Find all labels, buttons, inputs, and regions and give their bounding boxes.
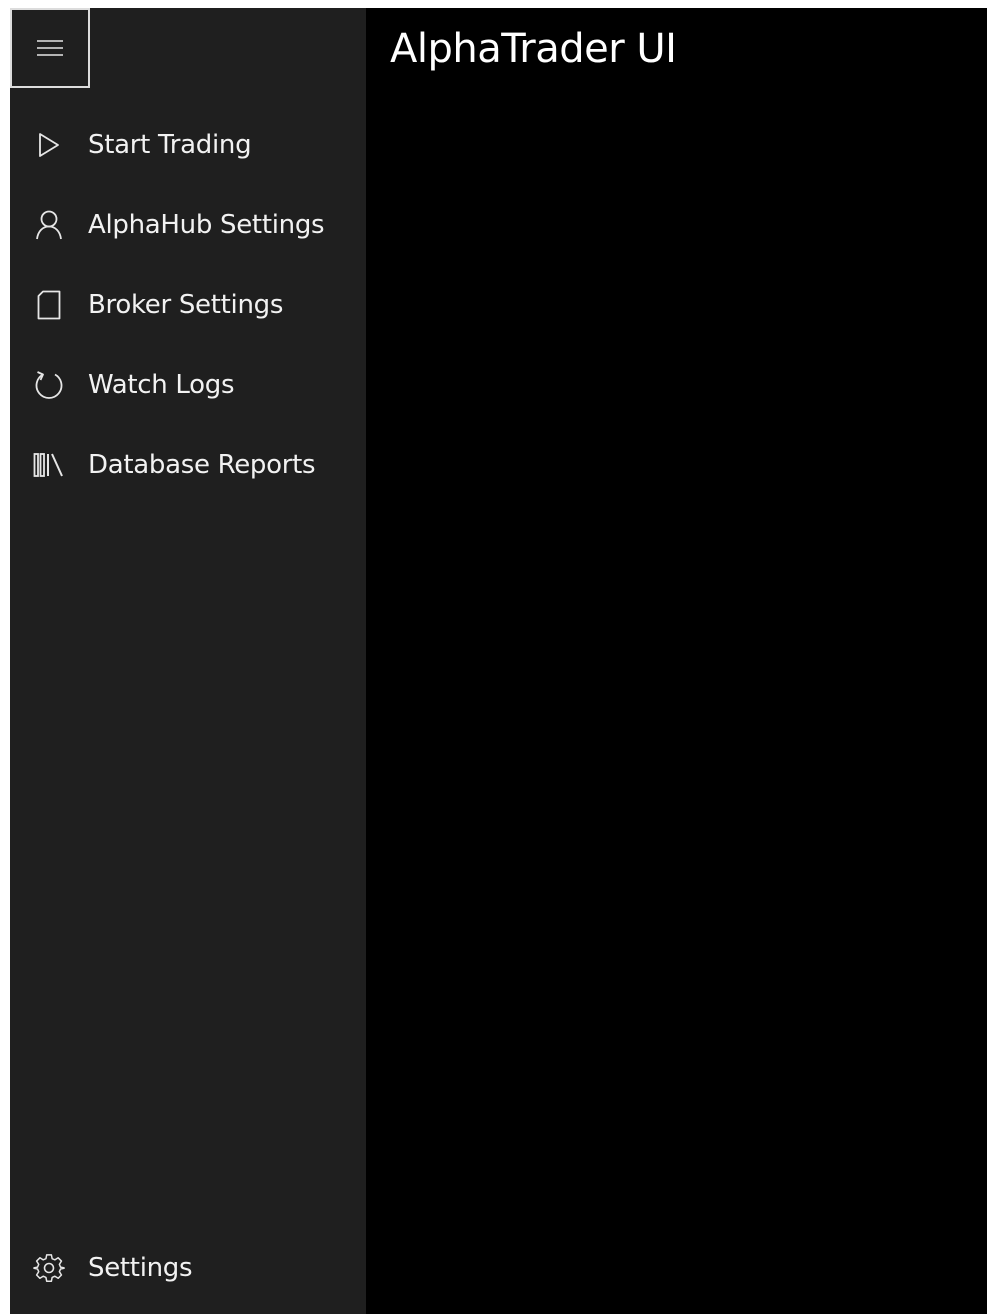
navigation-pane: Start Trading AlphaHub Settings Broker S… [10, 8, 366, 1314]
gear-icon [10, 1252, 88, 1284]
refresh-icon [10, 369, 88, 401]
app-window: Start Trading AlphaHub Settings Broker S… [10, 8, 987, 1314]
nav-list: Start Trading AlphaHub Settings Broker S… [10, 105, 366, 505]
person-icon [10, 210, 88, 240]
nav-item-label: Database Reports [88, 450, 316, 480]
hamburger-button[interactable] [10, 8, 90, 88]
nav-item-start-trading[interactable]: Start Trading [10, 105, 366, 185]
nav-item-label: Broker Settings [88, 290, 284, 320]
nav-item-label: Settings [88, 1253, 193, 1283]
nav-item-label: Watch Logs [88, 370, 235, 400]
nav-item-label: AlphaHub Settings [88, 210, 325, 240]
library-icon [10, 452, 88, 478]
nav-item-settings[interactable]: Settings [10, 1228, 366, 1308]
nav-item-database-reports[interactable]: Database Reports [10, 425, 366, 505]
content-area: AlphaTrader UI [366, 8, 987, 1314]
hamburger-icon [37, 40, 63, 56]
nav-item-watch-logs[interactable]: Watch Logs [10, 345, 366, 425]
page-title: AlphaTrader UI [390, 26, 677, 72]
nav-item-broker-settings[interactable]: Broker Settings [10, 265, 366, 345]
nav-item-alphahub-settings[interactable]: AlphaHub Settings [10, 185, 366, 265]
nav-item-label: Start Trading [88, 130, 252, 160]
play-icon [10, 132, 88, 158]
page-icon [10, 290, 88, 320]
